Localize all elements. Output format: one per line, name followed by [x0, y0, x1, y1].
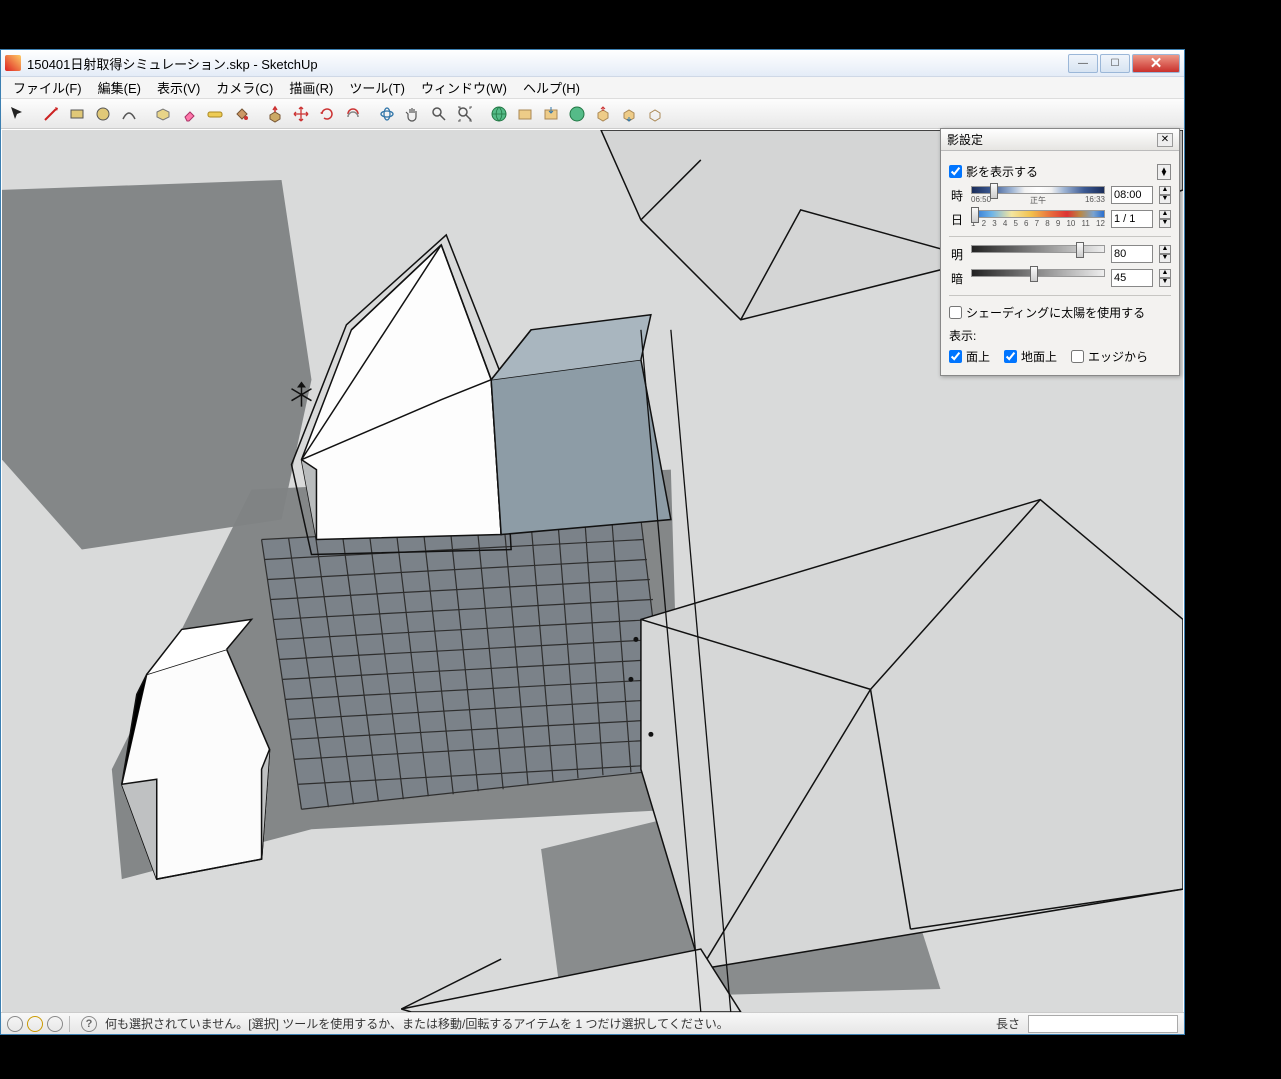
light-spinner[interactable]: ▲▼ — [1159, 245, 1171, 263]
show-shadows-label: 影を表示する — [966, 163, 1038, 180]
status-icon-1[interactable] — [7, 1016, 23, 1032]
toggle-terrain-tool[interactable] — [513, 102, 537, 126]
zoom-extents-tool[interactable] — [453, 102, 477, 126]
help-icon[interactable]: ? — [81, 1016, 97, 1032]
menu-edit[interactable]: 編集(E) — [90, 76, 149, 99]
date-value[interactable]: 1 / 1 — [1111, 210, 1153, 228]
title-bar: 150401日射取得シミュレーション.skp - SketchUp — ☐ ✕ — [1, 50, 1184, 77]
panel-expand-button[interactable]: ▲▼ — [1157, 164, 1171, 180]
from-edges-checkbox[interactable] — [1071, 350, 1084, 363]
menu-window[interactable]: ウィンドウ(W) — [413, 76, 515, 99]
dark-spinner[interactable]: ▲▼ — [1159, 269, 1171, 287]
dark-value[interactable]: 45 — [1111, 269, 1153, 287]
status-bar: ? 何も選択されていません。[選択] ツールを使用するか、または移動/回転するア… — [1, 1012, 1184, 1034]
app-icon — [5, 55, 21, 71]
get-models-tool[interactable] — [617, 102, 641, 126]
menu-tools[interactable]: ツール(T) — [341, 76, 413, 99]
close-button[interactable]: ✕ — [1132, 54, 1180, 73]
orbit-tool[interactable] — [375, 102, 399, 126]
dark-label: 暗 — [949, 270, 965, 287]
maximize-button[interactable]: ☐ — [1100, 54, 1130, 73]
shadow-settings-panel: 影設定 ✕ 影を表示する ▲▼ 時 06:50正午16:33 08:00 ▲▼ … — [940, 128, 1180, 376]
panel-close-button[interactable]: ✕ — [1157, 133, 1173, 147]
date-spinner[interactable]: ▲▼ — [1159, 210, 1171, 228]
time-slider[interactable]: 06:50正午16:33 — [971, 186, 1105, 204]
time-label: 時 — [949, 187, 965, 204]
share-model-tool[interactable] — [643, 102, 667, 126]
minimize-button[interactable]: — — [1068, 54, 1098, 73]
menu-camera[interactable]: カメラ(C) — [208, 76, 281, 99]
preview-earth-tool[interactable] — [565, 102, 589, 126]
toolbar — [1, 99, 1184, 129]
on-ground-checkbox[interactable] — [1004, 350, 1017, 363]
status-icon-3[interactable] — [47, 1016, 63, 1032]
get-location-tool[interactable] — [487, 102, 511, 126]
dark-slider[interactable] — [971, 269, 1105, 287]
move-tool[interactable] — [289, 102, 313, 126]
arc-tool[interactable] — [117, 102, 141, 126]
light-label: 明 — [949, 246, 965, 263]
time-value[interactable]: 08:00 — [1111, 186, 1153, 204]
pan-tool[interactable] — [401, 102, 425, 126]
display-label: 表示: — [949, 327, 1171, 344]
menu-bar: ファイル(F) 編集(E) 表示(V) カメラ(C) 描画(R) ツール(T) … — [1, 77, 1184, 99]
push-pull-tool[interactable] — [263, 102, 287, 126]
offset-tool[interactable] — [341, 102, 365, 126]
use-sun-checkbox[interactable] — [949, 306, 962, 319]
circle-tool[interactable] — [91, 102, 115, 126]
length-input[interactable] — [1028, 1015, 1178, 1033]
date-label: 日 — [949, 211, 965, 228]
tape-measure-tool[interactable] — [203, 102, 227, 126]
length-label: 長さ — [996, 1015, 1020, 1032]
use-sun-label: シェーディングに太陽を使用する — [966, 304, 1145, 321]
line-tool[interactable] — [39, 102, 63, 126]
menu-file[interactable]: ファイル(F) — [5, 76, 90, 99]
place-model-tool[interactable] — [539, 102, 563, 126]
menu-draw[interactable]: 描画(R) — [281, 76, 341, 99]
panel-title-bar[interactable]: 影設定 ✕ — [941, 129, 1179, 151]
rectangle-tool[interactable] — [65, 102, 89, 126]
show-shadows-checkbox[interactable] — [949, 165, 962, 178]
panel-title: 影設定 — [947, 131, 1157, 148]
select-tool[interactable] — [5, 102, 29, 126]
paint-bucket-tool[interactable] — [229, 102, 253, 126]
window-title: 150401日射取得シミュレーション.skp - SketchUp — [27, 54, 1066, 73]
light-value[interactable]: 80 — [1111, 245, 1153, 263]
eraser-tool[interactable] — [177, 102, 201, 126]
status-message: 何も選択されていません。[選択] ツールを使用するか、または移動/回転するアイテ… — [105, 1015, 992, 1032]
zoom-tool[interactable] — [427, 102, 451, 126]
rotate-tool[interactable] — [315, 102, 339, 126]
on-faces-checkbox[interactable] — [949, 350, 962, 363]
photo-textures-tool[interactable] — [591, 102, 615, 126]
light-slider[interactable] — [971, 245, 1105, 263]
time-spinner[interactable]: ▲▼ — [1159, 186, 1171, 204]
date-slider[interactable]: 123456789101112 — [971, 210, 1105, 228]
status-icon-2[interactable] — [27, 1016, 43, 1032]
menu-help[interactable]: ヘルプ(H) — [515, 76, 588, 99]
make-component-tool[interactable] — [151, 102, 175, 126]
menu-view[interactable]: 表示(V) — [149, 76, 208, 99]
